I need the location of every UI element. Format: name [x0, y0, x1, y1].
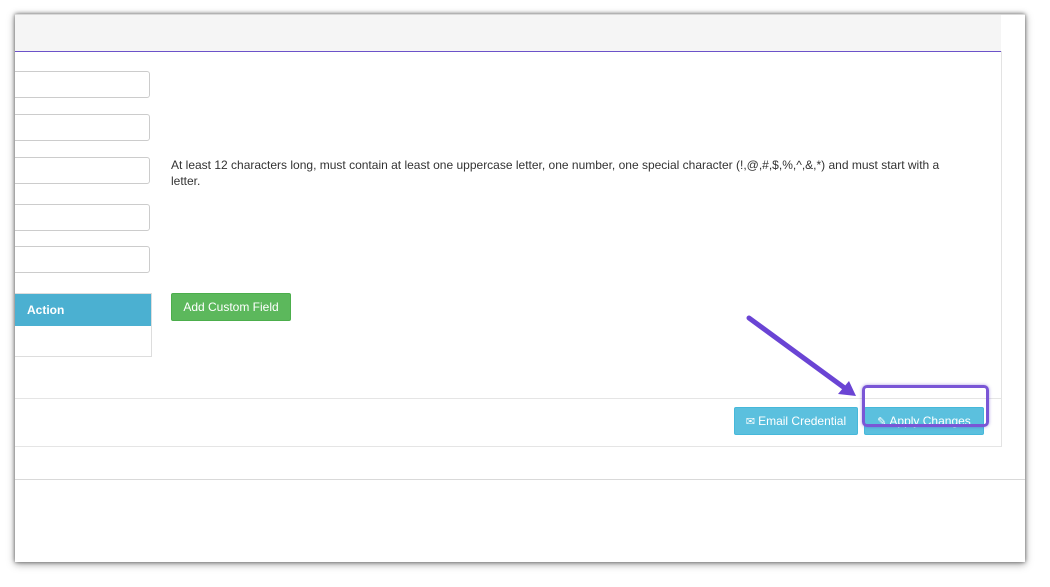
annotation-arrow [746, 315, 856, 396]
